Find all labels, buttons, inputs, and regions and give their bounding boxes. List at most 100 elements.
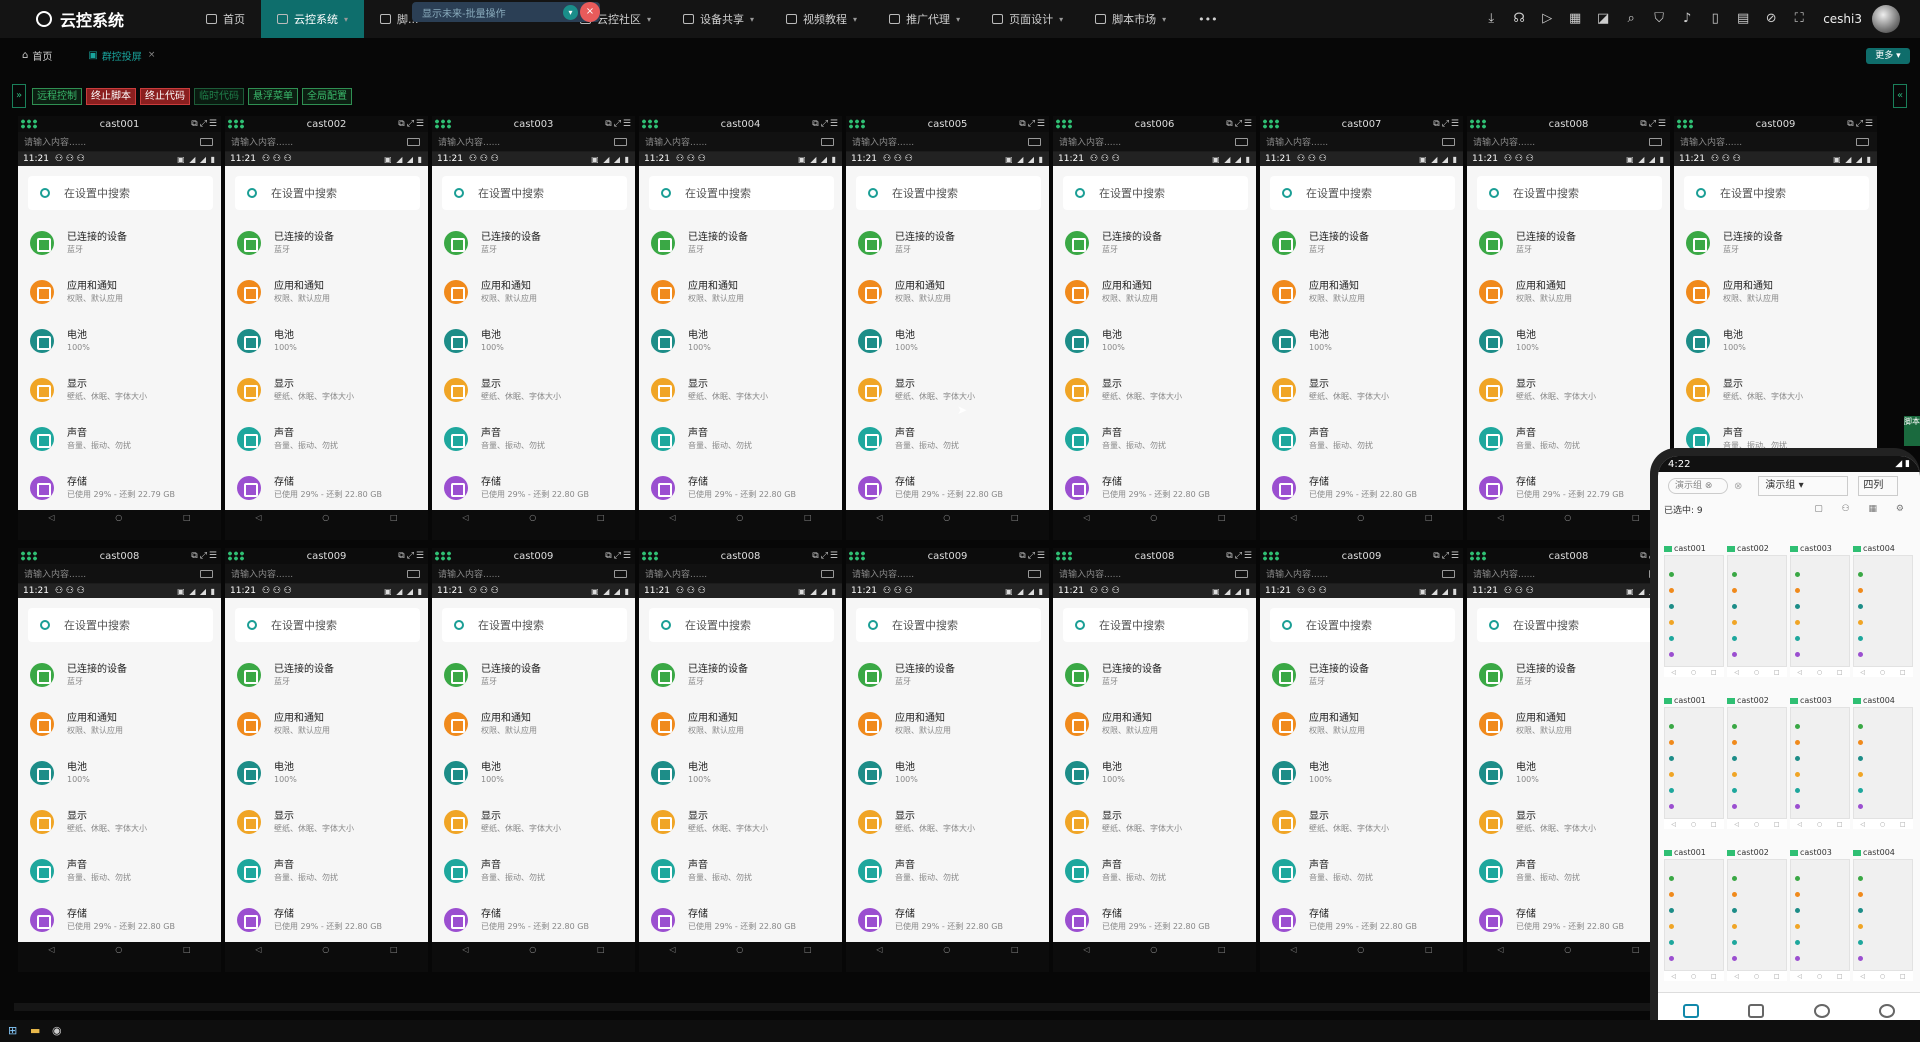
- device-actions-icon[interactable]: ⧉⤢☰: [1433, 551, 1461, 561]
- home-icon[interactable]: ○: [1564, 945, 1571, 954]
- settings-item[interactable]: 存储已使用 29% - 还剩 22.80 GB: [432, 895, 635, 944]
- device-actions-icon[interactable]: ⧉⤢☰: [398, 119, 426, 129]
- settings-item[interactable]: 存储已使用 29% - 还剩 22.80 GB: [225, 895, 428, 944]
- back-icon[interactable]: ◁: [1083, 513, 1089, 522]
- recents-icon[interactable]: □: [1218, 513, 1226, 522]
- settings-item[interactable]: 电池 100%: [1053, 316, 1256, 365]
- compass-icon[interactable]: ⊘: [1763, 11, 1779, 27]
- recents-icon[interactable]: □: [1632, 513, 1640, 522]
- global-config-button[interactable]: 全局配置: [302, 87, 352, 105]
- username[interactable]: ceshi3: [1823, 12, 1862, 26]
- home-icon[interactable]: ○: [322, 513, 329, 522]
- phone-icon[interactable]: ▯: [1707, 11, 1723, 27]
- back-icon[interactable]: ◁: [255, 513, 261, 522]
- settings-item[interactable]: 存储已使用 29% - 还剩 22.80 GB: [846, 895, 1049, 944]
- settings-item[interactable]: 已连接的设备 蓝牙: [432, 650, 635, 699]
- batch-operation-popup[interactable]: 显示未来-批量操作 ▾ ×: [412, 2, 600, 22]
- device-card[interactable]: cast008⧉⤢☰请输入内容......11:21⚇ ⚇ ⚇▣ ◢ ◢ ▮在设…: [1053, 548, 1256, 972]
- device-actions-icon[interactable]: ⧉⤢☰: [1226, 551, 1254, 561]
- settings-item[interactable]: 电池 100%: [1053, 748, 1256, 797]
- settings-item[interactable]: 显示 壁纸、休眠、字体大小: [1053, 797, 1256, 846]
- home-icon[interactable]: ○: [1357, 513, 1364, 522]
- settings-item[interactable]: 显示 壁纸、休眠、字体大小: [639, 797, 842, 846]
- settings-item[interactable]: 存储已使用 29% - 还剩 22.80 GB: [225, 463, 428, 512]
- home-icon[interactable]: ○: [115, 945, 122, 954]
- mini-device[interactable]: cast001 ◁ ○ □: [1664, 542, 1724, 688]
- back-icon[interactable]: ◁: [48, 513, 54, 522]
- device-input[interactable]: 请输入内容......: [432, 564, 635, 584]
- settings-item[interactable]: 电池 100%: [1674, 316, 1877, 365]
- horizontal-scrollbar[interactable]: [14, 1003, 1654, 1011]
- device-input[interactable]: 请输入内容......: [846, 564, 1049, 584]
- mini-device[interactable]: cast003 ◁ ○ □: [1790, 694, 1850, 840]
- settings-search[interactable]: 在设置中搜索: [442, 176, 627, 210]
- home-icon[interactable]: ○: [736, 513, 743, 522]
- device-screen[interactable]: 11:21 ⚇ ⚇ ⚇ ▣ ◢ ◢ ▮ 在设置中搜索 已连接的设备 蓝牙 应用和通知 权限、默…: [432, 584, 635, 957]
- column-select[interactable]: 四列: [1858, 476, 1899, 496]
- settings-item[interactable]: 显示 壁纸、休眠、字体大小: [432, 797, 635, 846]
- settings-item[interactable]: 声音 音量、振动、勿扰: [1260, 846, 1463, 895]
- settings-item[interactable]: 电池 100%: [225, 748, 428, 797]
- settings-item[interactable]: 已连接的设备 蓝牙: [1053, 218, 1256, 267]
- settings-item[interactable]: 声音 音量、振动、勿扰: [846, 846, 1049, 895]
- settings-item[interactable]: 存储 已使用 29% - 还剩 22.79 GB: [1467, 463, 1670, 512]
- device-screen[interactable]: 11:21 ⚇ ⚇ ⚇ ▣ ◢ ◢ ▮ 在设置中搜索 已连接的设备 蓝牙 应用和通知 权限、默…: [18, 152, 221, 525]
- home-icon[interactable]: ○: [1150, 945, 1157, 954]
- mini-device[interactable]: cast004 ◁ ○ □: [1853, 846, 1913, 992]
- device-screen[interactable]: 11:21 ⚇ ⚇ ⚇ ▣ ◢ ◢ ▮ 在设置中搜索 已连接的设备 蓝牙 应用和通知 权限、默…: [1467, 584, 1670, 957]
- device-card[interactable]: cast008⧉⤢☰请输入内容......11:21⚇ ⚇ ⚇▣ ◢ ◢ ▮在设…: [1467, 116, 1670, 540]
- device-actions-icon[interactable]: ⧉⤢☰: [1019, 119, 1047, 129]
- keyboard-icon[interactable]: [614, 570, 627, 578]
- shirt-icon[interactable]: ⛉: [1651, 11, 1667, 27]
- settings-item[interactable]: 存储已使用 29% - 还剩 22.80 GB: [846, 463, 1049, 512]
- bell-icon[interactable]: ♪: [1679, 11, 1695, 27]
- stop-code-button[interactable]: 终止代码: [140, 87, 190, 105]
- keyboard-icon[interactable]: [1028, 138, 1041, 146]
- keyboard-icon[interactable]: [1649, 138, 1662, 146]
- settings-item[interactable]: 显示 壁纸、休眠、字体大小: [1260, 365, 1463, 414]
- settings-item[interactable]: 应用和通知 权限、默认应用: [846, 267, 1049, 316]
- settings-search[interactable]: 在设置中搜索: [1270, 176, 1455, 210]
- device-screen[interactable]: 11:21 ⚇ ⚇ ⚇ ▣ ◢ ◢ ▮ 在设置中搜索 已连接的设备 蓝牙 应用和通知 权限、默…: [1260, 152, 1463, 525]
- nav-device-share[interactable]: 设备共享 ▾: [667, 0, 770, 38]
- device-card[interactable]: cast001 ⧉⤢☰ 请输入内容...... 11:21 ⚇ ⚇ ⚇ ▣ ◢ ◢ ▮ 在设…: [18, 116, 221, 540]
- device-card[interactable]: cast007 ⧉⤢☰ 请输入内容...... 11:21 ⚇ ⚇ ⚇ ▣ ◢ ◢ ▮ 在设…: [1260, 116, 1463, 540]
- recents-icon[interactable]: □: [390, 945, 398, 954]
- settings-item[interactable]: 电池 100%: [639, 748, 842, 797]
- settings-item[interactable]: 电池 100%: [846, 748, 1049, 797]
- device-input[interactable]: 请输入内容......: [639, 132, 842, 152]
- settings-search[interactable]: 在设置中搜索: [856, 176, 1041, 210]
- settings-item[interactable]: 电池 100%: [225, 316, 428, 365]
- mini-device[interactable]: cast002 ◁ ○ □: [1727, 542, 1787, 688]
- settings-search[interactable]: 在设置中搜索: [649, 608, 834, 642]
- settings-item[interactable]: 声音 音量、振动、勿扰: [225, 414, 428, 463]
- device-actions-icon[interactable]: ⧉⤢☰: [398, 551, 426, 561]
- home-icon[interactable]: ○: [529, 513, 536, 522]
- settings-item[interactable]: 应用和通知 权限、默认应用: [1674, 267, 1877, 316]
- settings-item[interactable]: 声音 音量、振动、勿扰: [432, 414, 635, 463]
- settings-item[interactable]: 声音 音量、振动、勿扰: [225, 846, 428, 895]
- settings-item[interactable]: 应用和通知 权限、默认应用: [1467, 267, 1670, 316]
- device-actions-icon[interactable]: ⧉⤢☰: [191, 119, 219, 129]
- recents-icon[interactable]: □: [390, 513, 398, 522]
- close-icon[interactable]: ×: [148, 50, 156, 60]
- recents-icon[interactable]: □: [597, 945, 605, 954]
- device-input[interactable]: 请输入内容......: [1053, 132, 1256, 152]
- settings-item[interactable]: 电池 100%: [1467, 316, 1670, 365]
- settings-item[interactable]: 显示 壁纸、休眠、字体大小: [1467, 797, 1670, 846]
- home-icon[interactable]: ○: [943, 513, 950, 522]
- home-icon[interactable]: ○: [943, 945, 950, 954]
- settings-item[interactable]: 存储已使用 29% - 还剩 22.80 GB: [1053, 895, 1256, 944]
- temp-code-button[interactable]: 临时代码: [194, 87, 244, 105]
- mini-device[interactable]: cast002 ◁ ○ □: [1727, 846, 1787, 992]
- keyboard-icon[interactable]: [1856, 138, 1869, 146]
- settings-item[interactable]: 电池 100%: [432, 748, 635, 797]
- settings-item[interactable]: 声音 音量、振动、勿扰: [639, 846, 842, 895]
- tab-home[interactable]: ⌂ 首页: [22, 48, 52, 63]
- settings-item[interactable]: 应用和通知 权限、默认应用: [18, 267, 221, 316]
- device-input[interactable]: 请输入内容......: [18, 564, 221, 584]
- more-button[interactable]: 更多 ▾: [1866, 48, 1910, 64]
- home-icon[interactable]: ○: [736, 945, 743, 954]
- device-screen[interactable]: 11:21 ⚇ ⚇ ⚇ ▣ ◢ ◢ ▮ 在设置中搜索 已连接的设备 蓝牙 应用和通知 权限、默…: [1467, 152, 1670, 525]
- settings-search[interactable]: 在设置中搜索: [856, 608, 1041, 642]
